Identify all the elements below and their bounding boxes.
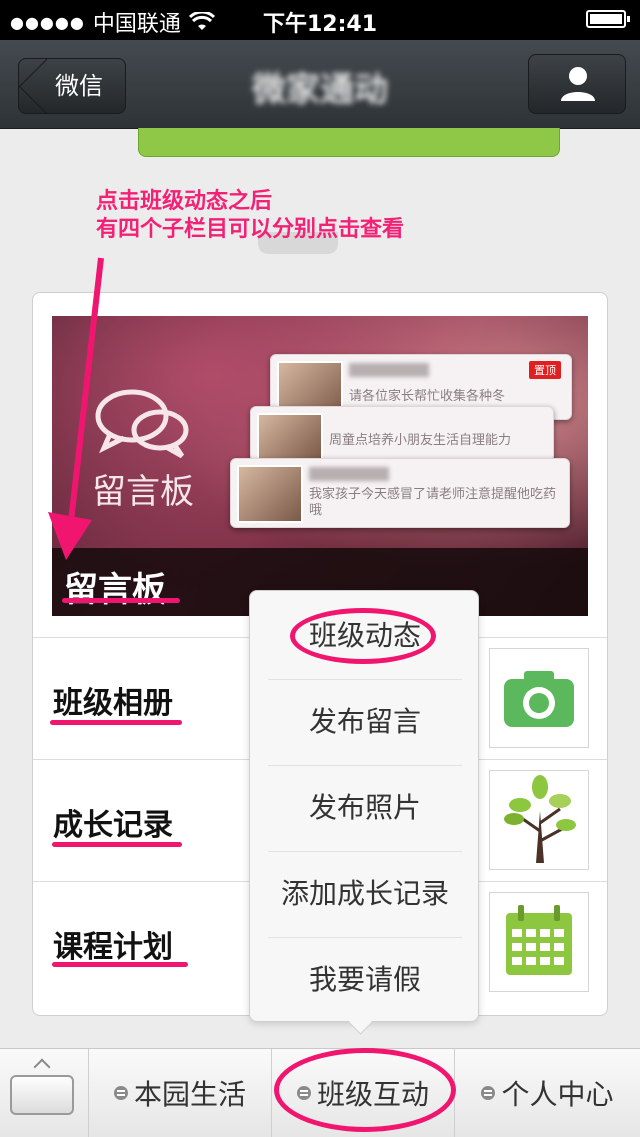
annotation-line-1: 点击班级动态之后	[96, 189, 273, 214]
highlight-circle	[290, 608, 436, 664]
camera-icon[interactable]	[489, 648, 589, 748]
highlight-underline	[50, 720, 182, 725]
message-card: 周童点培养小朋友生活自理能力	[250, 406, 554, 462]
message-text: 请各位家长帮忙收集各种冬	[349, 389, 506, 404]
menu-icon	[113, 1086, 128, 1100]
annotation-text: 点击班级动态之后 有四个子栏目可以分别点击查看	[96, 188, 404, 244]
highlight-underline	[52, 962, 188, 967]
banner-caption-text: 留言板	[64, 570, 166, 610]
camera-icon-graphic	[504, 671, 574, 727]
menu-item-post-photo[interactable]: 发布照片	[268, 765, 462, 852]
board-logo-text: 留言板	[92, 472, 194, 512]
menu-icon	[481, 1086, 496, 1100]
keyboard-toggle-button[interactable]	[0, 1049, 89, 1137]
menu-item-add-growth-record[interactable]: 添加成长记录	[268, 851, 462, 938]
navigation-bar: 微信 微家通动	[0, 40, 640, 129]
message-board-banner[interactable]: 留言板 请各位家长帮忙收集各种冬 置顶 周童点培养小朋友生活自理能力 我家孩子今…	[52, 316, 588, 616]
status-time: 下午12:41	[262, 12, 378, 37]
avatar	[237, 465, 303, 523]
tree-icon[interactable]	[489, 770, 589, 870]
highlight-circle	[274, 1048, 456, 1132]
message-card: 我家孩子今天感冒了请老师注意提醒他吃药哦	[230, 458, 570, 528]
keyboard-icon	[10, 1075, 74, 1115]
calendar-icon[interactable]	[489, 892, 589, 992]
chat-bubble-icon	[95, 389, 189, 459]
caret-up-icon	[33, 1058, 51, 1076]
tab-label: 本园生活	[133, 1078, 246, 1111]
green-action-button[interactable]	[138, 128, 560, 157]
highlight-underline	[62, 598, 180, 603]
menu-item-request-leave[interactable]: 我要请假	[268, 937, 462, 1023]
status-bar: ●●●●● 中国联通 下午12:41	[0, 0, 640, 40]
message-text: 我家孩子今天感冒了请老师注意提醒他吃药哦	[309, 487, 557, 518]
sender-name	[309, 467, 389, 481]
pinned-badge: 置顶	[529, 361, 561, 379]
battery-icon	[586, 10, 630, 28]
highlight-underline	[52, 842, 182, 847]
row-label: 班级相册	[53, 686, 173, 721]
tab-personal-center[interactable]: 个人中心	[455, 1049, 640, 1137]
user-icon	[561, 67, 595, 101]
avatar	[257, 413, 323, 461]
profile-button[interactable]	[528, 54, 626, 114]
menu-item-post-message[interactable]: 发布留言	[268, 679, 462, 766]
sender-name	[349, 363, 429, 377]
tab-campus-life[interactable]: 本园生活	[89, 1049, 272, 1137]
row-label: 成长记录	[53, 808, 173, 843]
tab-label: 个人中心	[501, 1078, 614, 1111]
tree-icon-graphic	[504, 775, 576, 863]
message-text: 周童点培养小朋友生活自理能力	[329, 433, 512, 448]
annotation-line-2: 有四个子栏目可以分别点击查看	[96, 217, 405, 242]
row-label: 课程计划	[53, 930, 173, 965]
calendar-icon-graphic	[506, 905, 572, 975]
